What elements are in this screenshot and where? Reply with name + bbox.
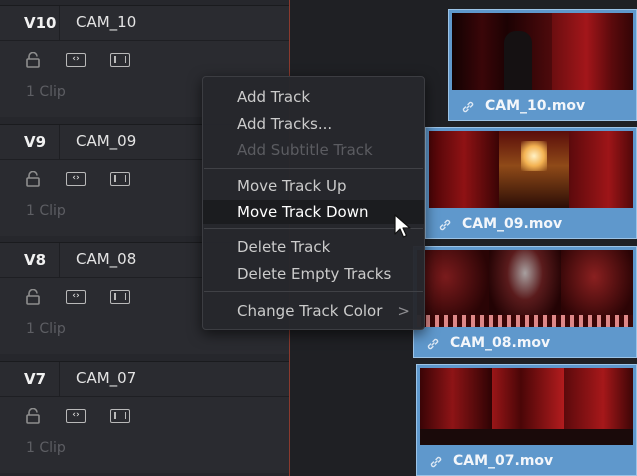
lock-icon[interactable] [26, 408, 40, 424]
menu-separator [204, 168, 423, 169]
lock-icon[interactable] [26, 289, 40, 305]
track-id: V7 [0, 362, 60, 396]
menu-item-delete-empty-tracks[interactable]: Delete Empty Tracks [203, 262, 424, 286]
menu-item-add-subtitle-track: Add Subtitle Track [237, 141, 373, 159]
clip-label: CAM_10.mov [485, 98, 586, 114]
timeline-clip-cam-08[interactable]: CAM_08.mov [413, 246, 637, 358]
mouse-cursor-icon [394, 214, 411, 238]
clip-thumbnail [452, 13, 633, 90]
timeline-clip-cam-09[interactable]: CAM_09.mov [425, 127, 637, 239]
track-name[interactable]: CAM_09 [76, 125, 136, 159]
clip-thumbnail [429, 131, 633, 208]
auto-select-icon[interactable]: ‹› [66, 409, 86, 423]
menu-item-delete-track[interactable]: Delete Track [203, 235, 424, 259]
auto-select-icon[interactable]: ‹› [66, 53, 86, 67]
disable-video-icon[interactable] [110, 409, 130, 423]
menu-item-move-track-down[interactable]: Move Track Down [203, 200, 424, 224]
track-id: V8 [0, 243, 60, 277]
track-context-menu: Add Track Add Tracks... Add Subtitle Tra… [202, 76, 425, 330]
clip-label: CAM_07.mov [453, 453, 554, 469]
track-name[interactable]: CAM_08 [76, 243, 136, 277]
clip-thumbnail [417, 250, 633, 327]
track-header-v7[interactable]: V7 CAM_07 ‹› 1 Clip [0, 361, 289, 473]
track-header-top: V7 CAM_07 [0, 362, 289, 397]
track-header-top: V10 CAM_10 [0, 6, 289, 41]
auto-select-icon[interactable]: ‹› [66, 290, 86, 304]
track-name[interactable]: CAM_10 [76, 6, 136, 40]
track-id: V9 [0, 125, 60, 159]
timeline-clip-cam-10[interactable]: CAM_10.mov [448, 9, 637, 121]
track-name[interactable]: CAM_07 [76, 362, 136, 396]
disable-video-icon[interactable] [110, 172, 130, 186]
track-id: V10 [0, 6, 60, 40]
clip-count: 1 Clip [26, 321, 66, 337]
menu-separator [204, 291, 423, 292]
menu-item-label: Change Track Color [237, 302, 383, 320]
clip-thumbnail [420, 368, 633, 445]
clip-count: 1 Clip [26, 440, 66, 456]
clip-count: 1 Clip [26, 203, 66, 219]
chevron-right-icon: > [397, 302, 410, 320]
disable-video-icon[interactable] [110, 53, 130, 67]
menu-item-add-track[interactable]: Add Track [203, 85, 424, 109]
disable-video-icon[interactable] [110, 290, 130, 304]
menu-separator [204, 228, 423, 229]
lock-icon[interactable] [26, 171, 40, 187]
clip-label: CAM_08.mov [450, 335, 551, 351]
menu-item-add-tracks[interactable]: Add Tracks... [203, 112, 424, 136]
menu-item-move-track-up[interactable]: Move Track Up [203, 174, 424, 198]
clip-label: CAM_09.mov [462, 216, 563, 232]
auto-select-icon[interactable]: ‹› [66, 172, 86, 186]
timeline-clip-cam-07[interactable]: CAM_07.mov [416, 364, 637, 476]
lock-icon[interactable] [26, 52, 40, 68]
menu-item-change-track-color[interactable]: Change Track Color > [203, 299, 424, 323]
clip-count: 1 Clip [26, 84, 66, 100]
